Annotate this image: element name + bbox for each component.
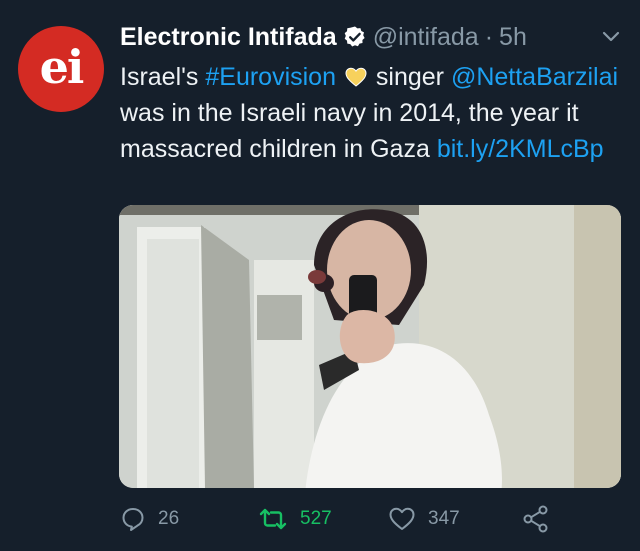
tweet-text-part: singer [368,63,451,91]
yellow-heart-emoji-icon [345,67,367,87]
separator-dot: · [484,23,494,51]
like-count: 347 [428,508,460,529]
tweet: ei Electronic Intifada @intifada · 5h Is… [0,0,640,551]
tweet-text-part: Israel's [120,63,206,91]
retweet-button[interactable]: 527 [258,504,332,534]
user-handle[interactable]: @intifada [373,22,479,52]
verified-badge-icon [344,26,365,47]
timestamp[interactable]: 5h [499,22,527,52]
tweet-header: Electronic Intifada @intifada · 5h [120,22,527,52]
photo-illustration [119,205,621,488]
reply-count: 26 [158,508,180,529]
chevron-down-icon[interactable] [600,28,622,46]
hashtag-link[interactable]: #Eurovision [205,63,336,91]
retweet-icon [259,508,287,530]
tweet-text: Israel's #Eurovision singer @NettaBarzil… [120,59,620,167]
avatar[interactable]: ei [18,26,104,112]
share-icon [523,505,548,533]
like-button[interactable]: 347 [388,504,460,534]
display-name[interactable]: Electronic Intifada [120,22,337,52]
mention-link[interactable]: @NettaBarzilai [451,63,618,91]
avatar-logo-text: ei [39,40,85,94]
reply-button[interactable]: 26 [120,504,179,534]
tweet-actions: 26 527 347 [120,504,620,534]
share-button[interactable] [522,504,562,534]
url-link[interactable]: bit.ly/2KMLcBp [437,135,604,163]
reply-icon [122,508,144,531]
like-icon [389,507,415,530]
retweet-count: 527 [300,508,332,529]
tweet-photo[interactable] [119,205,621,488]
